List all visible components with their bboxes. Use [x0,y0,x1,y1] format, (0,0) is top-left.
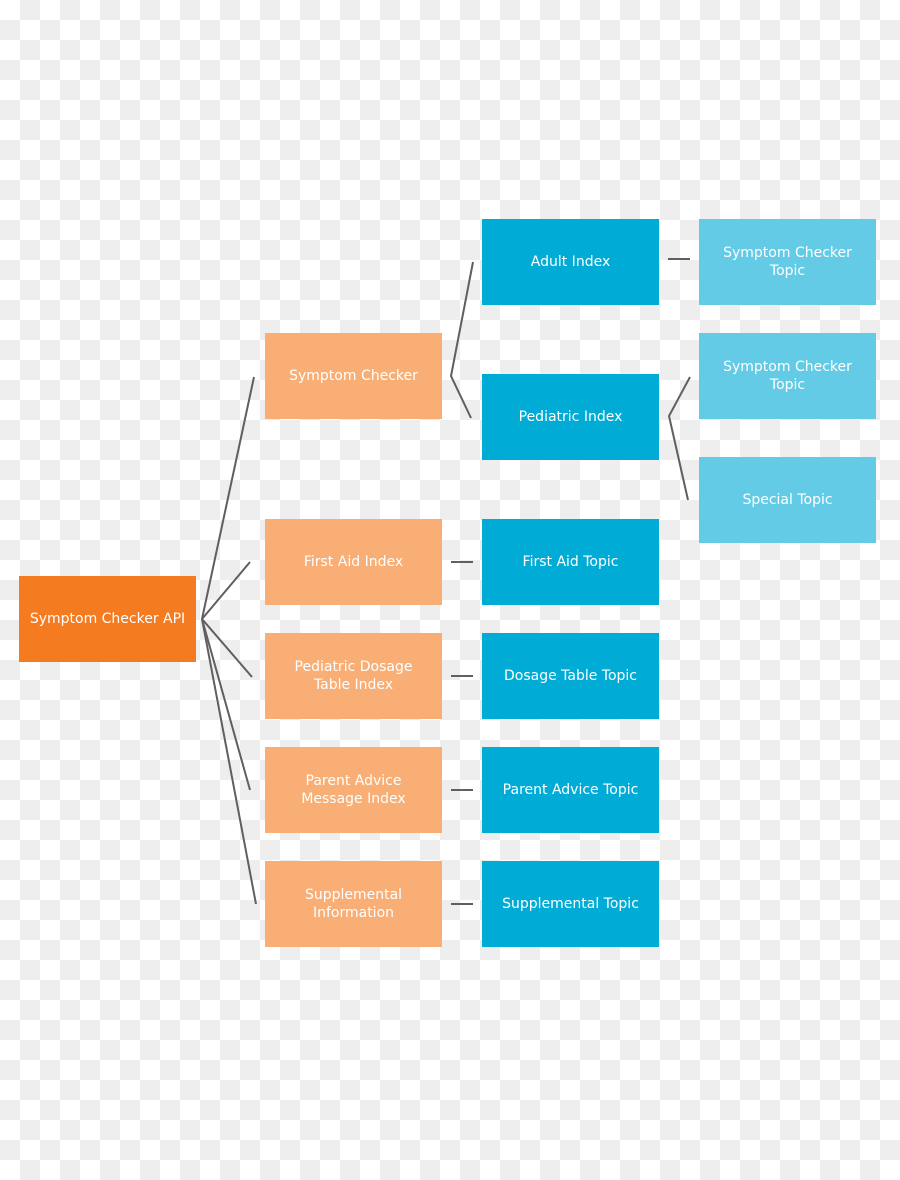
node-first-aid-index[interactable]: First Aid Index [265,519,442,605]
node-first-aid-topic[interactable]: First Aid Topic [482,519,659,605]
node-label: Dosage Table Topic [503,668,638,684]
node-parent-advice-message-index[interactable]: Parent Advice Message Index [265,747,442,833]
node-label: Parent Advice Message Index [301,773,406,807]
node-adult-symptom-checker-topic[interactable]: Symptom Checker Topic [699,219,876,305]
node-label: First Aid Index [303,554,404,570]
connector-root-symptom-checker [201,376,255,620]
node-pediatric-dosage-table-index[interactable]: Pediatric Dosage Table Index [265,633,442,719]
node-label: Symptom Checker Topic [723,245,852,279]
connector-pediatric-topics [667,376,691,501]
node-dosage-table-topic[interactable]: Dosage Table Topic [482,633,659,719]
node-adult-index[interactable]: Adult Index [482,219,659,305]
node-label: Symptom Checker API [29,611,186,627]
node-label: Symptom Checker [289,368,418,384]
connector-root-supplemental [201,618,257,905]
node-label: Parent Advice Topic [502,782,639,798]
node-label: Pediatric Dosage Table Index [294,659,413,693]
node-symptom-checker-api[interactable]: Symptom Checker API [19,576,196,662]
node-symptom-checker[interactable]: Symptom Checker [265,333,442,419]
node-pediatric-symptom-checker-topic[interactable]: Symptom Checker Topic [699,333,876,419]
connector-root-parent-advice [201,618,251,791]
node-label: Pediatric Index [518,409,623,425]
node-label: Supplemental Topic [502,896,639,912]
node-label: Symptom Checker Topic [723,359,852,393]
node-label: First Aid Topic [522,554,619,570]
node-pediatric-index[interactable]: Pediatric Index [482,374,659,460]
node-label: Adult Index [530,254,611,270]
connector-root-first-aid [201,561,251,620]
node-parent-advice-topic[interactable]: Parent Advice Topic [482,747,659,833]
node-label: Special Topic [742,492,833,508]
node-special-topic[interactable]: Special Topic [699,457,876,543]
node-supplemental-topic[interactable]: Supplemental Topic [482,861,659,947]
node-supplemental-information[interactable]: Supplemental Information [265,861,442,947]
node-label: Supplemental Information [304,887,403,921]
connector-symptom-checker-indexes [449,261,474,419]
